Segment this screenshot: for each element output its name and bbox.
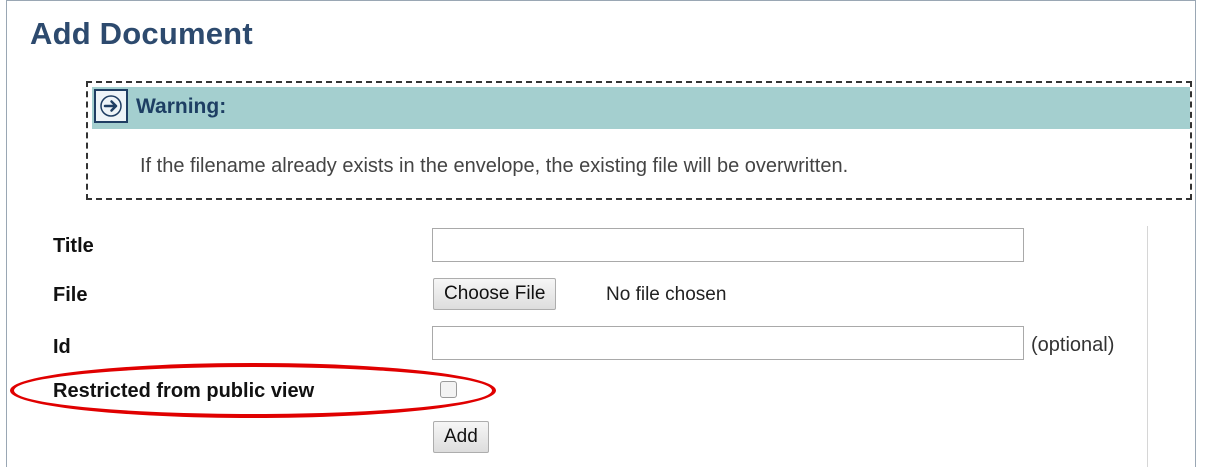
title-label: Title [53, 235, 94, 257]
id-label: Id [53, 336, 71, 358]
title-input[interactable] [432, 228, 1024, 262]
id-optional-hint: (optional) [1031, 334, 1115, 356]
warning-header: Warning: [92, 87, 1190, 129]
form-column-divider [1147, 226, 1148, 467]
add-button[interactable]: Add [433, 421, 489, 453]
warning-title: Warning: [136, 95, 227, 118]
arrow-right-icon [94, 89, 128, 123]
file-label: File [53, 284, 88, 306]
warning-box: Warning: If the filename already exists … [86, 81, 1192, 200]
id-input[interactable] [432, 326, 1024, 360]
highlight-oval [10, 363, 496, 418]
no-file-chosen-text: No file chosen [606, 284, 727, 305]
warning-message: If the filename already exists in the en… [140, 155, 849, 177]
choose-file-button[interactable]: Choose File [433, 278, 557, 310]
page-title: Add Document [30, 16, 253, 51]
